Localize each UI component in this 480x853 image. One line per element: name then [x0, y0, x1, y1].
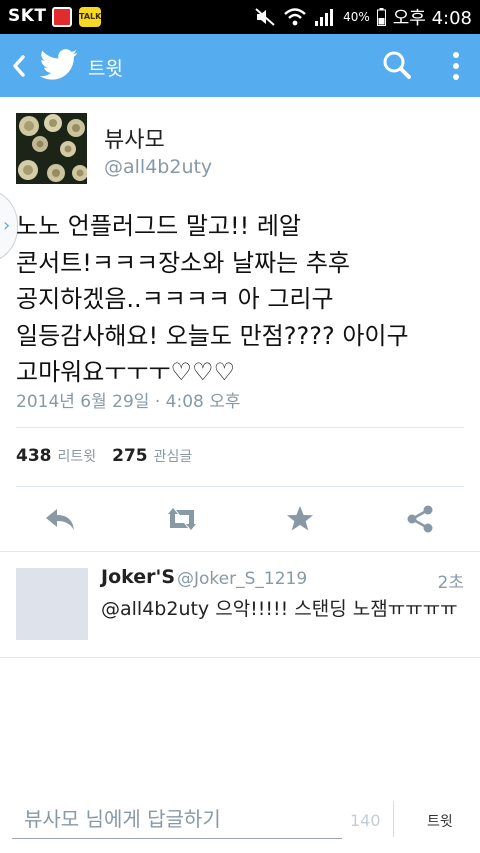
author-avatar[interactable] — [16, 113, 87, 184]
clock: 오후 4:08 — [392, 8, 472, 29]
tweet-text: 노노 언플러그드 말고!! 레알 콘서트!ㅋㅋㅋ장소와 날짜는 추후 공지하겠음… — [16, 208, 466, 391]
tweet-timestamp: 2014년 6월 29일 · 4:08 오후 — [16, 392, 241, 412]
tweet-stats: 438 리트윗 275 관심글 — [16, 446, 208, 466]
author-handle[interactable]: @all4b2uty — [104, 156, 212, 178]
carrier-label: SKT — [8, 6, 47, 26]
tweet-text-line: 콘서트!ㅋㅋㅋ장소와 날짜는 추후 — [16, 248, 350, 277]
retweet-icon[interactable] — [164, 505, 200, 533]
avatar-roses-image — [16, 113, 87, 184]
favorite-icon[interactable] — [286, 505, 314, 533]
more-options-icon[interactable] — [446, 48, 466, 84]
divider — [0, 657, 480, 658]
battery-icon — [376, 8, 386, 26]
favorite-label[interactable]: 관심글 — [154, 446, 193, 466]
reply-compose-bar: 140 트윗 — [0, 795, 480, 853]
reply-input[interactable] — [12, 799, 342, 839]
reply-author-name[interactable]: Joker'S — [101, 566, 175, 588]
app-bar: 트윗 — [0, 34, 480, 97]
tweet-text-line: 일등감사해요! 오늘도 만점???? 아이구 — [16, 321, 409, 350]
retweet-count[interactable]: 438 — [16, 446, 52, 466]
reply-icon[interactable] — [44, 505, 76, 533]
signal-icon — [315, 9, 334, 26]
reply-timestamp: 2초 — [437, 573, 464, 593]
reply-avatar[interactable] — [16, 568, 88, 640]
mute-icon — [255, 8, 275, 26]
reply-text: @all4b2uty 으악!!!!! 스탠딩 노잼ㅠㅠㅠㅠ — [101, 598, 458, 620]
page-title: 트윗 — [88, 58, 123, 80]
notification-app-icon — [52, 7, 72, 27]
wifi-icon — [284, 8, 306, 26]
status-bar: SKT TALK 40% 오후 4:08 — [0, 0, 480, 34]
back-arrow-icon[interactable] — [8, 52, 28, 80]
tweet-text-line: 고마워요ㅜㅜㅜ♡♡♡ — [16, 358, 236, 386]
tweet-text-line: 공지하겠음..ㅋㅋㅋㅋ 아 그리구 — [16, 285, 334, 313]
divider — [0, 551, 480, 552]
twitter-bird-icon[interactable] — [40, 48, 78, 82]
favorite-count[interactable]: 275 — [112, 446, 148, 466]
chevron-right-icon[interactable]: › — [3, 215, 10, 236]
reply-author-handle[interactable]: @Joker_S_1219 — [177, 569, 307, 589]
divider — [16, 427, 464, 428]
divider — [393, 801, 394, 837]
battery-level: 40% — [343, 10, 370, 24]
share-icon[interactable] — [406, 505, 434, 533]
divider — [16, 486, 464, 487]
tweet-button[interactable]: 트윗 — [427, 811, 453, 831]
retweet-label[interactable]: 리트윗 — [58, 446, 97, 466]
search-icon[interactable] — [382, 50, 412, 80]
status-indicators: 40% 오후 4:08 — [254, 5, 472, 29]
char-counter: 140 — [350, 811, 381, 830]
author-name[interactable]: 뷰사모 — [104, 122, 165, 154]
tweet-text-line: 노노 언플러그드 말고!! 레알 — [16, 212, 302, 240]
kakaotalk-icon: TALK — [79, 7, 101, 27]
